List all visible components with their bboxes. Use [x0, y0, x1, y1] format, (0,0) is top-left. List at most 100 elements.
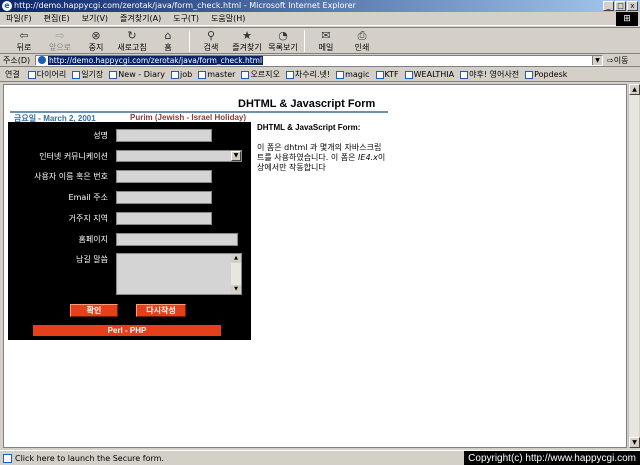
link-item[interactable]: WEALTHIA	[404, 70, 454, 79]
link-item[interactable]: job	[171, 70, 192, 79]
forward-arrow-icon: ⇨	[55, 29, 65, 42]
description-title: DHTML & JavaScript Form:	[257, 123, 361, 132]
close-button[interactable]: x	[627, 1, 638, 11]
region-input[interactable]	[116, 212, 212, 225]
minimize-button[interactable]: _	[603, 1, 614, 11]
homepage-input[interactable]	[116, 233, 238, 246]
mail-button[interactable]: ✉ 메일	[308, 28, 344, 54]
link-page-icon	[404, 70, 413, 79]
chevron-down-icon[interactable]: ▼	[231, 151, 241, 161]
confirm-button[interactable]: 확인	[70, 304, 118, 317]
name-label: 성명	[93, 131, 108, 140]
back-arrow-icon: ⇦	[19, 29, 29, 42]
link-item[interactable]: KTF	[375, 70, 399, 79]
link-item[interactable]: New - Diary	[109, 70, 165, 79]
scroll-up-icon[interactable]: ▲	[231, 254, 241, 263]
go-button[interactable]: ⇨이동	[607, 55, 628, 66]
community-label: 인터넷 커뮤니케이션	[39, 152, 108, 161]
link-label: 일기장	[81, 70, 104, 79]
menu-edit[interactable]: 편집(E)	[44, 13, 70, 24]
forward-button[interactable]: ⇨ 앞으로	[42, 28, 78, 54]
link-page-icon	[336, 70, 345, 79]
scroll-down-icon[interactable]: ▼	[231, 285, 241, 294]
home-label: 홈	[164, 43, 172, 52]
link-item[interactable]: 차수리.넷!	[285, 69, 330, 80]
community-select[interactable]: ▼	[116, 150, 242, 162]
link-page-icon	[241, 70, 250, 79]
link-page-icon	[525, 70, 534, 79]
link-label: KTF	[384, 70, 399, 79]
chevron-down-icon[interactable]: ▼	[592, 55, 602, 65]
link-label: 야후! 영어사전	[469, 70, 520, 79]
favorites-label: 즐겨찾기	[232, 43, 262, 52]
address-label: 주소(D)	[3, 55, 31, 65]
vertical-scrollbar[interactable]: ▲ ▼	[628, 84, 640, 448]
link-page-icon	[198, 70, 207, 79]
back-button[interactable]: ⇦ 뒤로	[6, 28, 42, 54]
history-button[interactable]: ◔ 목록보기	[265, 28, 301, 54]
menu-help[interactable]: 도움말(H)	[211, 13, 245, 24]
back-label: 뒤로	[16, 43, 32, 52]
toolbar: ⇦ 뒤로 ⇨ 앞으로 ⊗ 중지 ↻ 새로고침 ⌂ 홈 ⚲ 검색 ★ 즐겨찾기 ◔…	[0, 27, 640, 54]
scroll-down-icon[interactable]: ▼	[629, 437, 640, 448]
forward-label: 앞으로	[48, 43, 72, 52]
textarea-scrollbar[interactable]: ▲ ▼	[231, 254, 241, 294]
search-icon: ⚲	[206, 29, 216, 42]
userid-label: 사용자 이름 혹은 번호	[34, 172, 108, 181]
description-em: IE4.x	[358, 153, 378, 162]
copyright-badge: Copyright(c) http://www.happycgi.com	[464, 451, 640, 465]
search-button[interactable]: ⚲ 검색	[193, 28, 229, 54]
link-page-icon	[171, 70, 180, 79]
link-label: New - Diary	[118, 70, 166, 79]
page-title: DHTML & Javascript Form	[238, 98, 376, 110]
link-item[interactable]: 오르지오	[241, 69, 280, 80]
link-page-icon	[375, 70, 384, 79]
menu-favorites[interactable]: 즐겨찾기(A)	[120, 13, 161, 24]
link-label: master	[207, 70, 236, 79]
message-textarea[interactable]: ▲ ▼	[116, 253, 242, 295]
mail-label: 메일	[318, 43, 334, 52]
perl-php-link[interactable]: Perl - PHP	[33, 325, 221, 336]
print-label: 인쇄	[354, 43, 370, 52]
refresh-button[interactable]: ↻ 새로고침	[114, 28, 150, 54]
title-bar: e http://demo.happycgi.com/zerotak/java/…	[0, 0, 640, 12]
name-input[interactable]	[116, 129, 212, 142]
link-page-icon	[27, 70, 36, 79]
link-label: job	[180, 70, 193, 79]
menu-view[interactable]: 보기(V)	[82, 13, 108, 24]
userid-input[interactable]	[116, 170, 212, 183]
mail-icon: ✉	[321, 29, 331, 42]
scroll-up-icon[interactable]: ▲	[629, 84, 640, 95]
go-label: 이동	[613, 55, 629, 65]
link-item[interactable]: Popdesk	[525, 70, 567, 79]
window-title: http://demo.happycgi.com/zerotak/java/fo…	[14, 1, 356, 10]
maximize-button[interactable]: □	[615, 1, 626, 11]
stop-button[interactable]: ⊗ 중지	[78, 28, 114, 54]
link-item[interactable]: 다이어리	[27, 69, 66, 80]
reset-button[interactable]: 다시작성	[136, 304, 186, 317]
print-icon: ⎙	[357, 29, 367, 42]
home-icon: ⌂	[164, 29, 172, 42]
menu-file[interactable]: 파일(F)	[6, 13, 32, 24]
email-field[interactable]	[116, 191, 212, 204]
home-button[interactable]: ⌂ 홈	[150, 28, 186, 54]
holiday-text: Purim (Jewish - Israel Holiday)	[130, 113, 247, 122]
print-button[interactable]: ⎙ 인쇄	[344, 28, 380, 54]
link-item[interactable]: 야후! 영어사전	[460, 69, 519, 80]
windows-logo-icon: ⊞	[616, 12, 638, 26]
page-icon	[38, 56, 46, 64]
link-page-icon	[285, 70, 294, 79]
link-item[interactable]: 일기장	[72, 69, 103, 80]
toolbar-separator	[304, 30, 305, 52]
link-item[interactable]: magic	[336, 70, 370, 79]
link-label: magic	[345, 70, 370, 79]
address-url[interactable]: http://demo.happycgi.com/zerotak/java/fo…	[48, 55, 264, 65]
favorites-button[interactable]: ★ 즐겨찾기	[229, 28, 265, 54]
link-item[interactable]: master	[198, 70, 235, 79]
window-controls: _ □ x	[603, 1, 638, 11]
status-text: Click here to launch the Secure form.	[15, 453, 164, 463]
address-input[interactable]: http://demo.happycgi.com/zerotak/java/fo…	[35, 54, 603, 66]
stop-icon: ⊗	[91, 29, 101, 42]
stop-label: 중지	[88, 43, 104, 52]
menu-tools[interactable]: 도구(T)	[173, 13, 199, 24]
